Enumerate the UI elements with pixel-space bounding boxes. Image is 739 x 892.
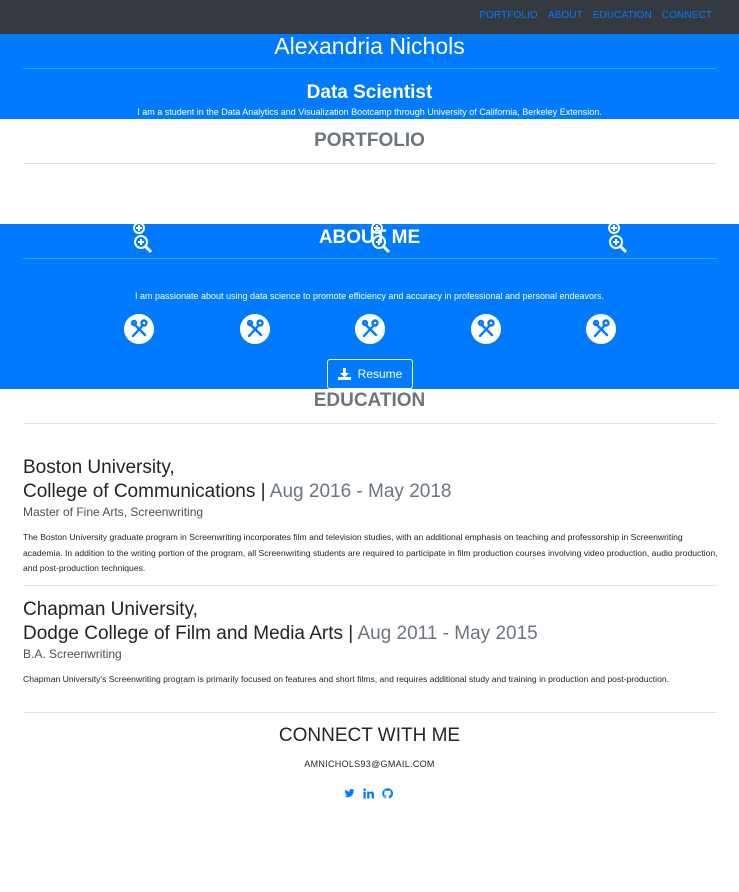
tools-icon [355,314,385,344]
zoom-in-icon[interactable] [130,224,152,254]
resume-button[interactable]: Resume [327,359,413,389]
hero-divider [23,68,717,69]
about-text: I am passionate about using data science… [134,291,605,301]
zoom-in-icon[interactable] [605,224,627,254]
linkedin-icon[interactable] [363,788,374,799]
github-icon[interactable] [382,788,393,799]
education-dates: Aug 2016 - May 2018 [269,481,452,502]
email-link[interactable]: AMNICHOLS93@GMAIL.COM [0,759,739,769]
hero-title: Data Scientist [306,82,433,103]
education-entry-divider [23,585,717,586]
nav-links: PORTFOLIO ABOUT EDUCATION CONNECT [479,10,712,21]
education-description: The Boston University graduate program i… [23,532,718,573]
separator: | [343,623,358,644]
twitter-icon[interactable] [344,788,355,799]
education-divider [23,423,717,424]
resume-button-label: Resume [357,367,403,381]
degree: Master of Fine Arts, Screenwriting [23,505,204,519]
hero-tagline: I am a student in the Data Analytics and… [137,107,602,117]
school-name-line2: College of Communications | Aug 2016 - M… [23,480,718,504]
education-entry: Boston University, College of Communicat… [23,456,718,577]
school-name-line2: Dodge College of Film and Media Arts | A… [23,622,718,646]
education-entry: Chapman University, Dodge College of Fil… [23,598,718,688]
tools-icon [471,314,501,344]
zoom-in-icon[interactable] [368,224,390,254]
degree: B.A. Screenwriting [23,647,122,661]
hero-section: Alexandria Nichols Data Scientist I am a… [0,34,739,119]
social-links [344,788,393,799]
nav-link-connect[interactable]: CONNECT [662,10,712,21]
education-description: Chapman University's Screenwriting progr… [23,674,670,684]
tools-icon [124,314,154,344]
about-divider [23,258,717,259]
separator: | [255,481,270,502]
education-heading: EDUCATION [313,390,426,411]
connect-heading: CONNECT WITH ME [278,725,461,746]
tools-icon [240,314,270,344]
college-name: Dodge College of Film and Media Arts [23,623,343,644]
nav-link-education[interactable]: EDUCATION [593,10,652,21]
hero-name: Alexandria Nichols [274,33,465,59]
education-dates: Aug 2011 - May 2015 [357,623,538,644]
navbar: PORTFOLIO ABOUT EDUCATION CONNECT [0,0,739,34]
about-section: ABOUT ME I am passionate about using dat… [0,224,739,389]
education-end-divider [23,712,717,713]
portfolio-divider [23,163,717,164]
portfolio-heading: PORTFOLIO [314,130,425,151]
download-icon [337,368,351,380]
nav-link-portfolio[interactable]: PORTFOLIO [479,10,538,21]
tools-icon [586,314,616,344]
nav-link-about[interactable]: ABOUT [548,10,583,21]
school-name-line1: Boston University, [23,457,175,478]
college-name: College of Communications [23,481,256,502]
school-name-line1: Chapman University, [23,599,198,620]
